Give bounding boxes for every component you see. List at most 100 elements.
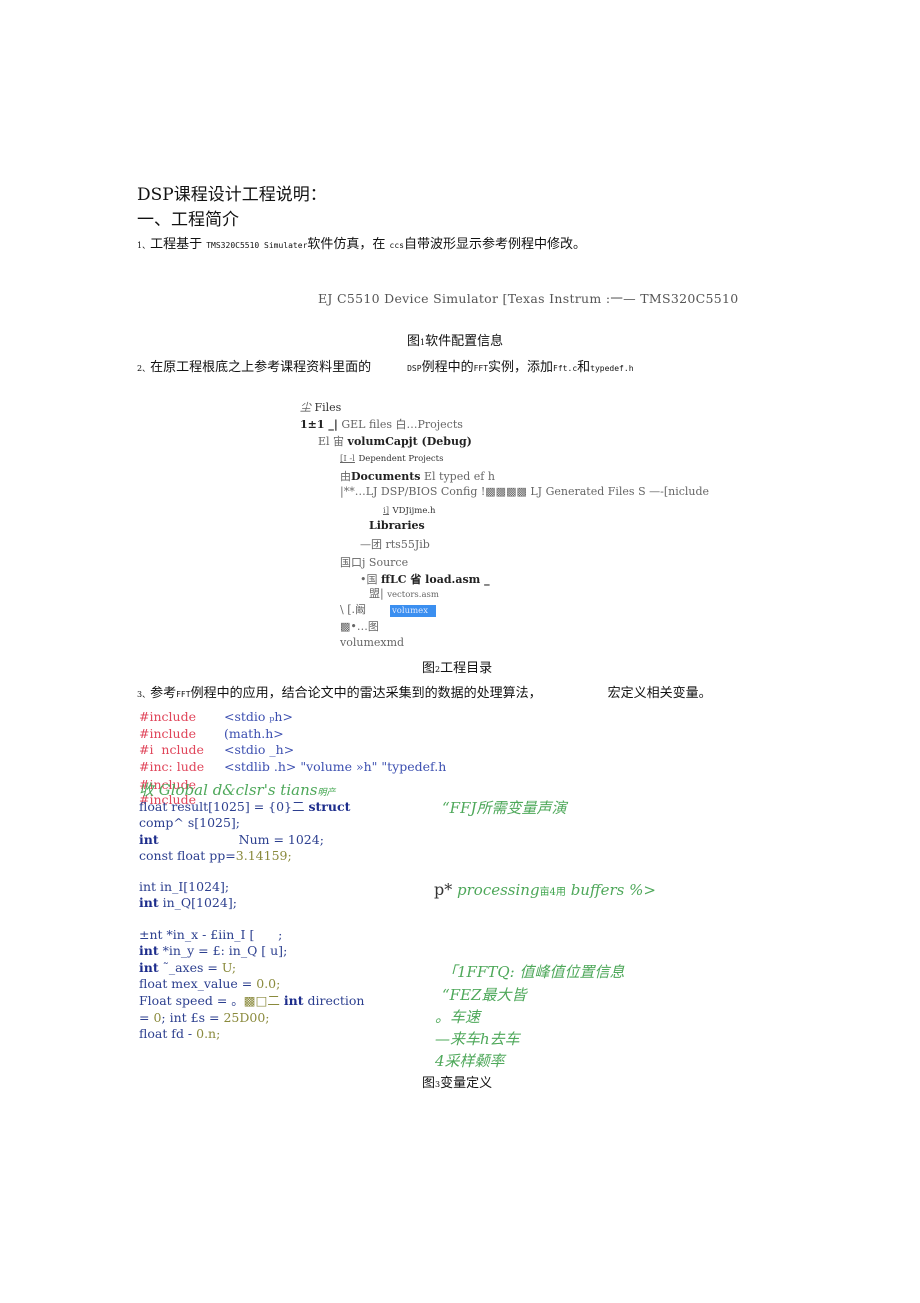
file-icon: i] xyxy=(383,506,390,516)
item-text: 软件仿真，在 xyxy=(307,237,390,252)
code-line: int Num = 1024; xyxy=(139,832,324,849)
tree-label: Libraries xyxy=(369,519,425,532)
caption-prefix: 图 xyxy=(407,334,421,349)
code-text: direction xyxy=(303,993,365,1008)
tree-item-files[interactable]: 尘 Files xyxy=(300,399,341,415)
item-number: 2、 xyxy=(137,364,151,373)
code-text: in_Q[1024]; xyxy=(158,895,237,910)
tree-item-bios-config[interactable]: |**…LJ DSP/BIOS Config !▩▩▩▩ LJ Generate… xyxy=(340,485,709,498)
file-name: typedef.h xyxy=(590,364,634,373)
tree-label: rts55Jib xyxy=(385,538,430,551)
item-number: 1、 xyxy=(137,241,151,250)
tree-item-volumexmd[interactable]: volumexmd xyxy=(340,636,404,649)
include-directive: #include xyxy=(139,726,196,741)
item-text: 宏定义相关变量。 xyxy=(607,686,712,701)
keyword: int xyxy=(139,960,159,975)
include-line: #include xyxy=(139,726,196,743)
tree-item-dependent-projects[interactable]: [I -l Dependent Projects xyxy=(340,451,443,464)
tree-label: vectors.asm xyxy=(387,590,439,600)
keyword: int xyxy=(283,993,304,1008)
comment-text: processing xyxy=(452,881,540,899)
item-text: 例程中的应用，结合论文中的雷达采集到的数据的处理算法， xyxy=(190,686,542,701)
number-literal: U; xyxy=(221,960,237,975)
folder-icon: [I -l xyxy=(340,454,355,464)
comment-text: 收 Global d&clsr's tians xyxy=(139,781,318,799)
tree-item-documents[interactable]: 由Documents El typed ef h xyxy=(340,468,495,484)
file-name: Fft.c xyxy=(553,364,578,373)
figure-1-caption: 图1软件配置信息 xyxy=(407,330,503,349)
peak-comment: 「1FFTQ: 值峰值位置信息 xyxy=(442,963,625,981)
item-text: 实例，添加 xyxy=(488,360,554,375)
tree-label: GEL files 白…Projects xyxy=(341,418,463,431)
caption-prefix: 图 xyxy=(422,661,436,676)
keyword: int xyxy=(139,895,159,910)
number-literal: 25D00; xyxy=(223,1010,270,1025)
global-declarations-comment: 收 Global d&clsr's tians明产 xyxy=(139,779,335,800)
code-line: ±nt *in_x - £iin_I [ ; xyxy=(139,927,282,944)
code-line: int *in_y = £: in_Q [ u]; xyxy=(139,943,287,960)
tree-branch-icon: |**… xyxy=(340,485,366,498)
keyword: int xyxy=(139,943,159,958)
figure-3-caption: 图3变量定义 xyxy=(422,1072,492,1091)
code-line: const float pp=3.14159; xyxy=(139,848,292,865)
tree-item-header-file[interactable]: i] VDJijme.h xyxy=(383,503,436,516)
item-text: 工程基于 xyxy=(150,237,207,252)
tree-item-rts-lib[interactable]: —团 rts55Jib xyxy=(360,536,430,552)
item-2: 2、在原工程根底之上参考课程资料里面的 DSP例程中的FFT实例，添加Fft.c和… xyxy=(137,356,634,375)
tree-item-gel-files[interactable]: 1±1 _| GEL files 白…Projects xyxy=(300,416,463,432)
code-text: float result[1025] = {0}二 xyxy=(139,799,309,814)
code-text: ˜_axes = xyxy=(158,960,222,975)
tree-item-vectors[interactable]: 盟| vectors.asm xyxy=(369,585,439,601)
tree-item-volumex[interactable]: \ [.阚 volumex xyxy=(340,601,436,617)
code-text: float mex_value = xyxy=(139,976,257,991)
tree-label: Documents xyxy=(351,470,421,483)
folder-icon: 尘 xyxy=(300,401,311,414)
expand-icon: 1±1 _| xyxy=(300,418,338,431)
include-directive: #i nclude xyxy=(139,742,204,757)
header-name: "volume »h" "typedef.h xyxy=(300,759,447,774)
include-line: #inc: lude xyxy=(139,759,204,776)
speed-comment: 。车速 xyxy=(435,1008,481,1026)
header-name: (math.h> xyxy=(224,726,284,741)
max-value-comment: “FEZ最大皆 xyxy=(442,986,527,1004)
item-text: 参考 xyxy=(150,686,177,701)
file-icon: 盟| xyxy=(369,587,384,600)
tree-label: volumCapjt (Debug) xyxy=(347,435,472,448)
include-header: <stdio _h> xyxy=(224,742,294,759)
code-text: ; int £s = xyxy=(161,1010,224,1025)
figure-2-caption: 图2工程目录 xyxy=(422,657,492,676)
code-text: ±nt *in_x - £iin_I [ ; xyxy=(139,927,283,942)
item-text: 和 xyxy=(577,360,591,375)
ccs-label: ccs xyxy=(389,241,404,250)
comment-text: 明产 xyxy=(317,788,336,798)
include-header: <stdlib .h> "volume »h" "typedef.h xyxy=(224,759,446,776)
comment-text: buffers %> xyxy=(565,881,656,899)
fft-label: FFT xyxy=(473,364,489,373)
tree-label: Dependent Projects xyxy=(358,454,444,464)
code-line: = 0; int £s = 25D00; xyxy=(139,1010,269,1027)
tree-item-libraries[interactable]: Libraries xyxy=(369,519,425,532)
direction-comment: —来车h去车 xyxy=(435,1030,520,1048)
header-name: <stdio ₚh> xyxy=(224,709,293,724)
comment-text: 亩4用 xyxy=(539,887,566,898)
tree-item-project[interactable]: El 宙 volumCapjt (Debug) xyxy=(318,433,472,449)
code-line: float result[1025] = {0}二 struct xyxy=(139,799,350,816)
code-line: int in_I[1024]; xyxy=(139,879,229,896)
include-line: #include xyxy=(139,709,196,726)
tree-item-source[interactable]: 国口j Source xyxy=(340,554,408,570)
code-text: Float speed = 。 xyxy=(139,993,244,1008)
tree-item-collapsed[interactable]: ▩•…图 xyxy=(340,618,379,634)
code-text: const float pp= xyxy=(139,848,236,863)
code-line: comp^ s[1025]; xyxy=(139,815,240,832)
keyword: struct xyxy=(308,799,351,814)
chip-name: TMS320C5510 Simulater xyxy=(206,241,308,250)
tree-label: El typed ef h xyxy=(423,470,495,483)
item-text: 在原工程根底之上参考课程资料里面的 xyxy=(150,360,372,375)
folder-icon: ▩•…图 xyxy=(340,620,379,633)
include-header: (math.h> xyxy=(224,726,284,743)
item-number: 3、 xyxy=(137,690,151,699)
processing-buffers-comment: p* processing亩4用 buffers %> xyxy=(434,880,656,899)
code-text: int in_I[1024]; xyxy=(139,879,230,894)
item-text: 例程中的 xyxy=(421,360,474,375)
selected-file[interactable]: volumex xyxy=(390,605,436,617)
